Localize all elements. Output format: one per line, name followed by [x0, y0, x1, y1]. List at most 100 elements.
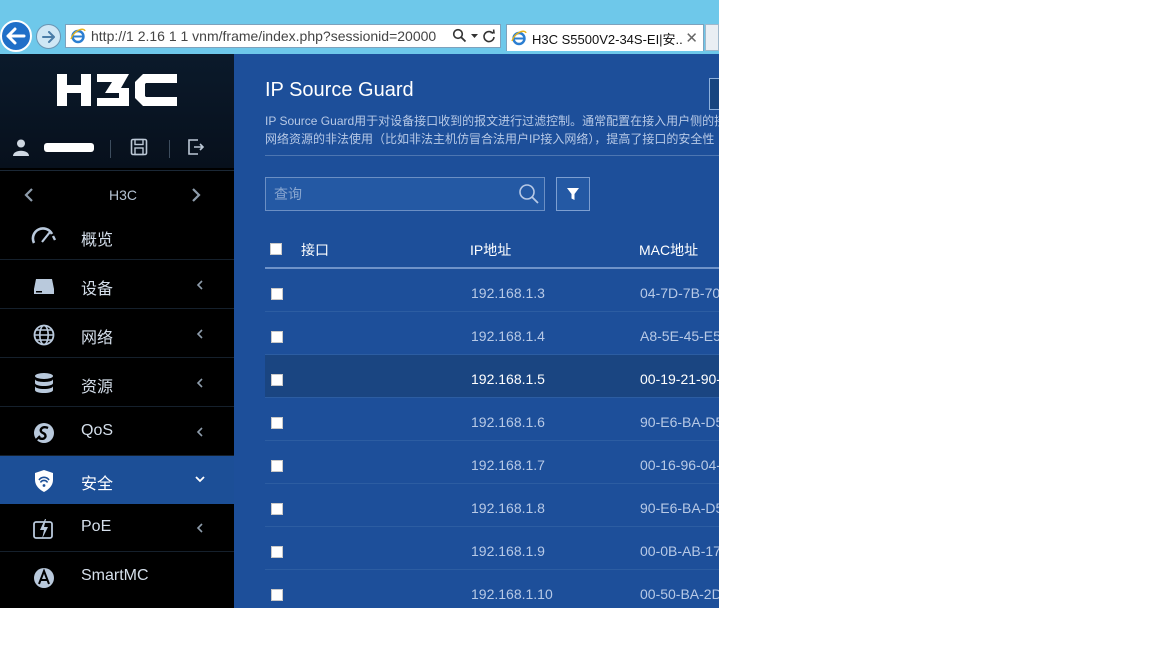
- column-header-mac[interactable]: MAC地址: [639, 240, 698, 260]
- user-name-redacted: [44, 143, 94, 152]
- menu-item-poe[interactable]: PoE: [0, 504, 234, 552]
- page-description: IP Source Guard用于对设备接口收到的报文进行过滤控制。通常配置在接…: [265, 114, 719, 128]
- sidebar-header: [0, 54, 234, 168]
- table-body: 192.168.1.3 04-7D-7B-70 192.168.1.4 A8-5E-4…: [265, 269, 719, 608]
- cell-mac: A8-5E-45-E5: [640, 328, 719, 344]
- search-icon[interactable]: [452, 28, 467, 43]
- menu-item-qos[interactable]: QoS: [0, 408, 234, 456]
- menu-item-resources[interactable]: 资源: [0, 359, 234, 407]
- cell-mac: 00-50-BA-2D: [640, 586, 719, 602]
- shield-icon: [35, 470, 53, 492]
- table-row[interactable]: 192.168.1.4 A8-5E-45-E5: [265, 312, 719, 355]
- arrow-left-icon: [6, 27, 26, 45]
- address-text[interactable]: http://1 2.16 1 1 vnm/frame/index.php?se…: [91, 28, 443, 44]
- new-tab-button[interactable]: [705, 24, 719, 51]
- user-icon: [13, 139, 29, 156]
- database-icon: [35, 373, 53, 393]
- chevron-left-icon: [196, 523, 203, 533]
- menu-label: 安全: [81, 476, 114, 493]
- cell-ip: 192.168.1.7: [471, 457, 545, 473]
- h3c-logo-mark: [57, 74, 177, 106]
- table-row[interactable]: 192.168.1.9 00-0B-AB-17: [265, 527, 719, 570]
- forward-button[interactable]: [36, 24, 61, 49]
- chevron-left-icon: [196, 378, 203, 388]
- row-checkbox[interactable]: [271, 589, 283, 601]
- chevron-left-icon: [196, 329, 203, 339]
- dropdown-arrow-icon[interactable]: [470, 31, 479, 40]
- cell-ip: 192.168.1.5: [471, 371, 545, 387]
- menu-item-smartmc[interactable]: SmartMC: [0, 553, 234, 601]
- row-checkbox[interactable]: [271, 546, 283, 558]
- poe-lightning-icon: [33, 519, 53, 539]
- table-row[interactable]: 192.168.1.7 00-16-96-04-: [265, 441, 719, 484]
- search-box: [265, 177, 545, 211]
- menu-item-security[interactable]: 安全: [0, 456, 234, 504]
- ie-tab-icon: [511, 30, 527, 46]
- row-checkbox[interactable]: [271, 417, 283, 429]
- h3c-logo: [0, 72, 234, 122]
- menu-label: PoE: [81, 518, 112, 535]
- menu-label: 设备: [81, 281, 114, 298]
- logout-icon[interactable]: [187, 138, 205, 156]
- row-checkbox[interactable]: [271, 374, 283, 386]
- row-checkbox[interactable]: [271, 288, 283, 300]
- sidebar: H3C 概览 设备 网络 资源 QoS 安全 PoE SmartMC: [0, 54, 234, 608]
- device-switcher: H3C: [0, 170, 234, 218]
- binding-table: 接口 IP地址 MAC地址 192.168.1.3 04-7D-7B-70 192.…: [265, 227, 719, 608]
- save-icon[interactable]: [130, 138, 148, 156]
- table-row[interactable]: 192.168.1.3 04-7D-7B-70: [265, 269, 719, 312]
- search-icon[interactable]: [518, 183, 540, 205]
- action-button[interactable]: [709, 78, 719, 110]
- device-name: H3C: [108, 187, 137, 203]
- back-button[interactable]: [0, 20, 32, 52]
- column-header-ip[interactable]: IP地址: [470, 240, 511, 260]
- menu-label: 概览: [81, 232, 114, 249]
- qos-icon: [34, 423, 54, 443]
- address-bar[interactable]: http://1 2.16 1 1 vnm/frame/index.php?se…: [65, 24, 501, 48]
- menu-item-device[interactable]: 设备: [0, 261, 234, 309]
- table-row[interactable]: 192.168.1.8 90-E6-BA-D5: [265, 484, 719, 527]
- chevron-left-icon: [196, 427, 203, 437]
- column-header-interface[interactable]: 接口: [301, 240, 329, 260]
- table-header: 接口 IP地址 MAC地址: [265, 227, 719, 269]
- table-row[interactable]: 192.168.1.10 00-50-BA-2D: [265, 570, 719, 608]
- smartmc-icon: [34, 568, 54, 588]
- chevron-left-icon: [196, 280, 203, 290]
- screen: http://1 2.16 1 1 vnm/frame/index.php?se…: [0, 0, 719, 608]
- cell-ip: 192.168.1.9: [471, 543, 545, 559]
- cell-mac: 00-0B-AB-17: [640, 543, 719, 559]
- search-input[interactable]: [266, 178, 506, 210]
- row-checkbox[interactable]: [271, 331, 283, 343]
- row-checkbox[interactable]: [271, 460, 283, 472]
- arrow-right-icon: [41, 30, 55, 43]
- cell-ip: 192.168.1.6: [471, 414, 545, 430]
- menu-label: SmartMC: [81, 567, 149, 584]
- menu-item-overview[interactable]: 概览: [0, 212, 234, 260]
- chevron-right-icon[interactable]: [191, 188, 201, 202]
- row-checkbox[interactable]: [271, 503, 283, 515]
- cell-ip: 192.168.1.3: [471, 285, 545, 301]
- filter-icon: [567, 188, 579, 200]
- page-description: 网络资源的非法使用（比如非法主机仿冒合法用户IP接入网络），提高了接口的安全性: [265, 132, 715, 146]
- browser-toolbar: http://1 2.16 1 1 vnm/frame/index.php?se…: [0, 0, 719, 54]
- divider: [265, 155, 719, 156]
- close-tab-icon[interactable]: ✕: [685, 29, 698, 47]
- filter-button[interactable]: [556, 177, 590, 211]
- menu-item-network[interactable]: 网络: [0, 310, 234, 358]
- table-row[interactable]: 192.168.1.6 90-E6-BA-D5: [265, 398, 719, 441]
- cell-mac: 90-E6-BA-D5: [640, 414, 719, 430]
- browser-tab[interactable]: H3C S5500V2-34S-EI|安... ✕: [506, 24, 704, 51]
- cell-mac: 00-19-21-90-: [640, 371, 719, 387]
- menu-label: 网络: [81, 330, 114, 347]
- separator: [169, 140, 170, 158]
- page-title: IP Source Guard: [265, 79, 414, 101]
- refresh-icon[interactable]: [482, 28, 496, 43]
- select-all-checkbox[interactable]: [270, 243, 282, 255]
- tab-title: H3C S5500V2-34S-EI|安...: [532, 31, 682, 47]
- globe-icon: [33, 324, 55, 346]
- chevron-down-icon: [195, 476, 205, 483]
- device-icon: [34, 279, 54, 294]
- table-row[interactable]: 192.168.1.5 00-19-21-90-: [265, 355, 719, 398]
- cell-ip: 192.168.1.4: [471, 328, 545, 344]
- cell-mac: 00-16-96-04-: [640, 457, 719, 473]
